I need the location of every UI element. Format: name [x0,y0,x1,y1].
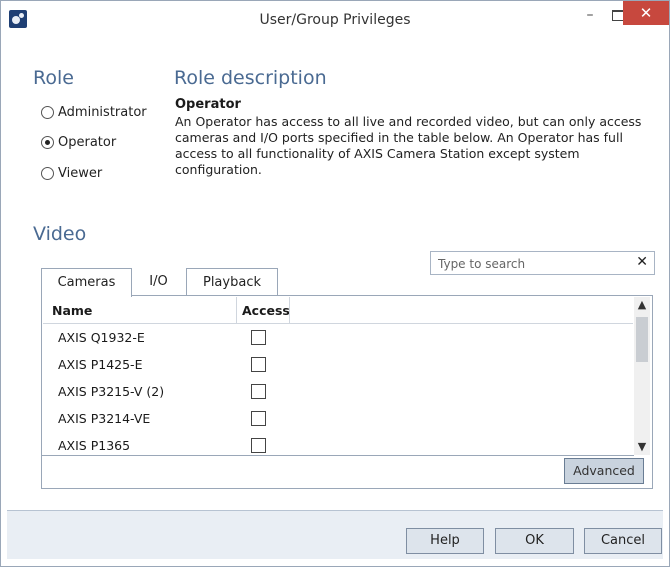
cancel-button[interactable]: Cancel [584,528,662,554]
column-header-name[interactable]: Name [52,303,92,318]
table-row[interactable]: AXIS P1365 [43,432,633,456]
tab-playback[interactable]: Playback [186,268,278,296]
table-row[interactable]: AXIS P3214-VE [43,405,633,432]
role-description-text: An Operator has access to all live and r… [175,114,642,177]
privileges-dialog: User/Group Privileges – ✕ Role Role desc… [0,0,670,567]
radio-administrator[interactable]: Administrator [41,102,147,122]
search-box: ✕ [430,251,655,275]
role-heading: Role [33,67,74,89]
radio-circle-selected [41,135,54,149]
clear-search-icon[interactable]: ✕ [636,254,648,270]
table-row[interactable]: AXIS P3215-V (2) [43,378,633,405]
camera-name: AXIS P3215-V (2) [58,384,165,399]
column-divider [236,297,237,323]
radio-viewer[interactable]: Viewer [41,163,102,183]
scroll-thumb[interactable] [636,317,648,362]
help-button[interactable]: Help [406,528,484,554]
camera-access-table: Name Access AXIS Q1932-E AXIS P1425-E AX… [43,297,633,456]
camera-name: AXIS P3214-VE [58,411,151,426]
table-header: Name Access [43,297,633,324]
table-bottom-divider [42,455,634,456]
tab-cameras[interactable]: Cameras [41,268,132,297]
tab-io[interactable]: I/O [131,268,186,295]
scroll-down-icon[interactable]: ▼ [634,439,650,455]
access-checkbox[interactable] [251,330,266,345]
advanced-button[interactable]: Advanced [564,458,644,484]
scroll-up-icon[interactable]: ▲ [634,297,650,313]
radio-label: Viewer [58,165,103,181]
radio-operator[interactable]: Operator [41,132,116,152]
table-row[interactable]: AXIS P1425-E [43,351,633,378]
access-checkbox[interactable] [251,411,266,426]
camera-name: AXIS P1365 [58,438,131,453]
role-description-title: Operator [175,97,241,112]
cameras-panel: Name Access AXIS Q1932-E AXIS P1425-E AX… [41,295,653,489]
radio-label: Administrator [58,104,147,120]
window-title: User/Group Privileges [259,12,411,28]
column-divider [289,297,290,323]
radio-circle [41,105,54,119]
table-row[interactable]: AXIS Q1932-E [43,324,633,351]
access-checkbox[interactable] [251,357,266,372]
ok-button[interactable]: OK [495,528,574,554]
search-input[interactable] [436,254,620,273]
access-checkbox[interactable] [251,384,266,399]
radio-circle [41,166,54,180]
column-header-access[interactable]: Access [242,303,290,318]
radio-label: Operator [58,134,117,150]
camera-name: AXIS P1425-E [58,357,143,372]
video-heading: Video [33,223,87,245]
role-description-heading: Role description [174,67,327,89]
table-scrollbar[interactable]: ▲ ▼ [634,297,650,455]
title-bar: User/Group Privileges – ✕ [1,1,669,39]
camera-name: AXIS Q1932-E [58,330,145,345]
access-checkbox[interactable] [251,438,266,453]
close-button[interactable]: ✕ [623,1,669,25]
